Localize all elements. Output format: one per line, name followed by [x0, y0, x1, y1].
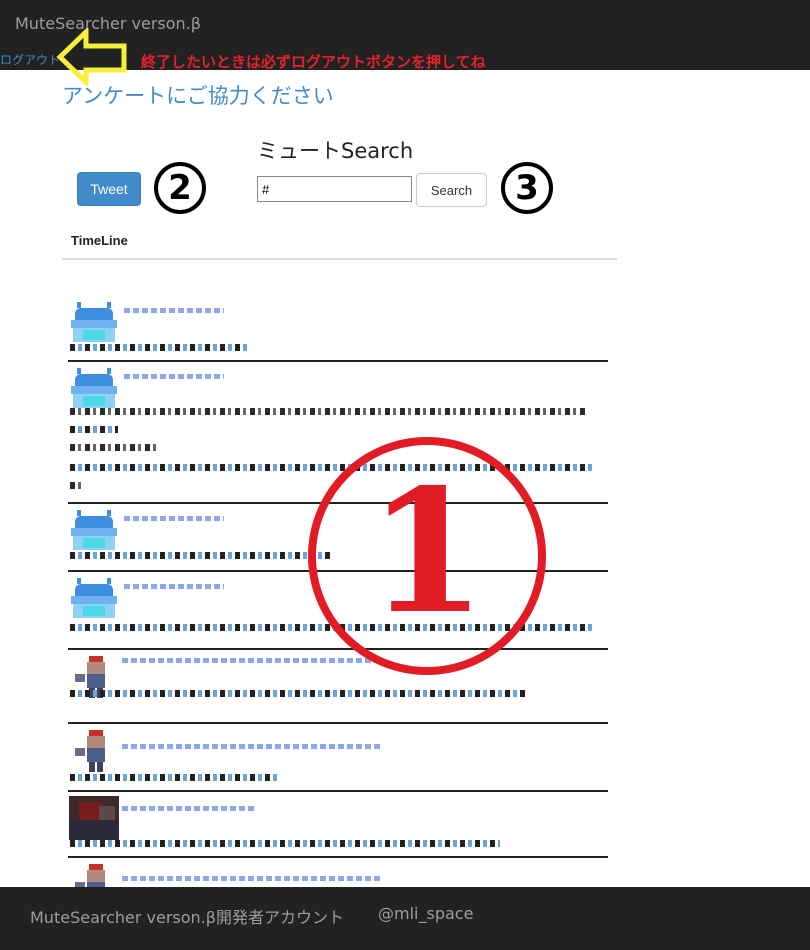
timeline-divider [62, 258, 617, 260]
tweet-button[interactable]: Tweet [77, 172, 141, 206]
survey-link[interactable]: アンケートにご協力ください [62, 80, 334, 110]
logout-annotation: 終了したいときは必ずログアウトボタンを押してね [141, 53, 486, 71]
marker-3-badge: 3 [501, 162, 553, 214]
robot-avatar-icon [71, 302, 117, 342]
timeline-item[interactable] [68, 724, 608, 792]
timeline-item[interactable] [68, 650, 608, 724]
marker-2-badge: 2 [154, 162, 206, 214]
footer-account-link[interactable]: @mli_space [378, 904, 473, 923]
footer-developer-text: MuteSearcher verson.β開発者アカウント [30, 908, 344, 927]
marker-1-badge: 1 [308, 437, 546, 675]
timeline-heading: TimeLine [71, 233, 128, 248]
timeline-item[interactable] [68, 296, 608, 362]
search-title: ミュートSearch [257, 139, 414, 163]
timeline-item[interactable] [68, 792, 608, 858]
search-input[interactable] [257, 176, 412, 202]
annotation-arrow-icon [56, 28, 127, 86]
robot-avatar-icon [71, 578, 117, 618]
logout-link[interactable]: ログアウト [0, 51, 60, 68]
character-avatar-icon [75, 730, 105, 772]
robot-avatar-icon [71, 368, 117, 408]
search-button[interactable]: Search [416, 173, 487, 207]
dark-photo-avatar-icon [69, 796, 119, 840]
robot-avatar-icon [71, 510, 117, 550]
